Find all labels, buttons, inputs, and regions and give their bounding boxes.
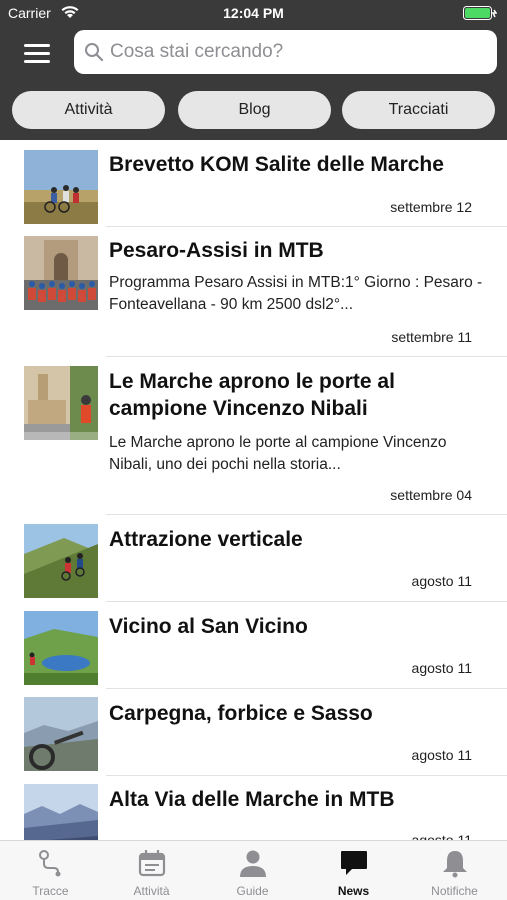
tab-label: News — [337, 884, 370, 898]
filter-chips: Attività Blog Tracciati — [12, 91, 497, 129]
tab-label: Notifiche — [431, 884, 478, 898]
app-header: Attività Blog Tracciati — [0, 26, 507, 140]
news-thumbnail — [24, 611, 98, 685]
news-list: Brevetto KOM Salite delle Marche settemb… — [0, 140, 507, 840]
news-thumbnail — [24, 236, 98, 310]
news-item[interactable]: Attrazione verticale agosto 11 — [0, 515, 507, 601]
news-item[interactable]: Pesaro-Assisi in MTB Programma Pesaro As… — [0, 227, 507, 356]
news-date: settembre 11 — [391, 329, 472, 345]
news-date: agosto 11 — [411, 832, 472, 840]
news-title: Carpegna, forbice e Sasso — [109, 702, 373, 725]
search-input[interactable] — [110, 36, 490, 68]
news-date: agosto 11 — [411, 573, 472, 589]
search-bar[interactable] — [74, 30, 497, 74]
tab-label: Attività — [133, 884, 170, 898]
route-icon — [39, 850, 61, 877]
chip-tracciati[interactable]: Tracciati — [342, 91, 495, 129]
news-thumbnail — [24, 366, 98, 440]
tab-tracce[interactable]: Tracce — [0, 841, 101, 900]
chip-blog[interactable]: Blog — [178, 91, 331, 129]
tab-label: Tracce — [32, 884, 69, 898]
news-description: Programma Pesaro Assisi in MTB:1° Giorno… — [109, 274, 483, 313]
tab-attivita[interactable]: Attività — [101, 841, 202, 900]
battery-icon — [463, 6, 497, 20]
news-title: Attrazione verticale — [109, 528, 303, 551]
news-date: settembre 04 — [390, 487, 472, 503]
news-item[interactable]: Alta Via delle Marche in MTB agosto 11 — [0, 776, 507, 840]
chip-attivita[interactable]: Attività — [12, 91, 165, 129]
news-title: Vicino al San Vicino — [109, 615, 308, 638]
news-date: agosto 11 — [411, 660, 472, 676]
tab-notifiche[interactable]: Notifiche — [404, 841, 505, 900]
news-title: Brevetto KOM Salite delle Marche — [109, 153, 444, 176]
status-bar: Carrier 12:04 PM — [0, 0, 507, 26]
news-item[interactable]: Vicino al San Vicino agosto 11 — [0, 602, 507, 688]
news-item[interactable]: Le Marche aprono le porte al campione Vi… — [0, 357, 507, 514]
news-description: Le Marche aprono le porte al campione Vi… — [109, 434, 447, 473]
news-title: Pesaro-Assisi in MTB — [109, 239, 324, 262]
tab-guide[interactable]: Guide — [202, 841, 303, 900]
tab-label: Guide — [236, 884, 269, 898]
news-item[interactable]: Brevetto KOM Salite delle Marche settemb… — [0, 140, 507, 226]
news-date: settembre 12 — [390, 199, 472, 215]
news-item[interactable]: Carpegna, forbice e Sasso agosto 11 — [0, 689, 507, 775]
news-title: Alta Via delle Marche in MTB — [109, 788, 395, 811]
person-icon — [240, 850, 266, 877]
bell-icon — [443, 851, 467, 878]
status-time: 12:04 PM — [223, 5, 284, 21]
news-title: Le Marche aprono le porte al campione Vi… — [109, 370, 395, 420]
news-thumbnail — [24, 784, 98, 840]
chat-bubble-icon — [341, 851, 367, 875]
news-thumbnail — [24, 524, 98, 598]
search-icon — [85, 43, 104, 62]
hamburger-menu-icon[interactable] — [18, 40, 58, 68]
news-thumbnail — [24, 697, 98, 771]
tab-news[interactable]: News — [303, 841, 404, 900]
news-date: agosto 11 — [411, 747, 472, 763]
tab-bar: Tracce Attività Guide News Notifiche — [0, 840, 507, 900]
calendar-icon — [138, 850, 166, 877]
news-thumbnail — [24, 150, 98, 224]
